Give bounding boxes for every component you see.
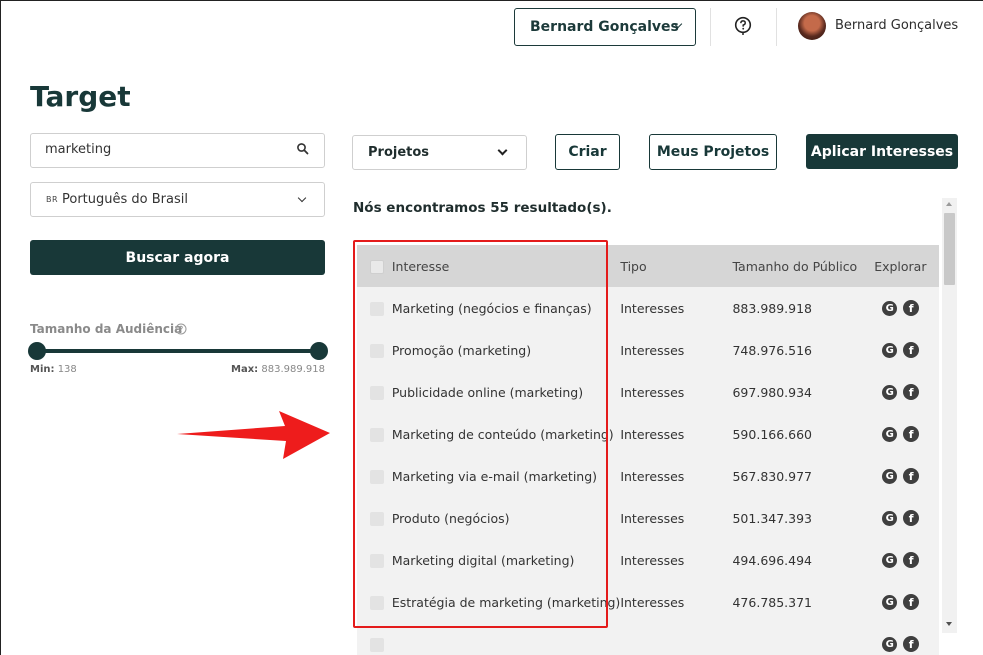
scroll-down-arrow-icon[interactable] xyxy=(946,622,952,626)
facebook-icon[interactable]: f xyxy=(903,552,920,569)
facebook-icon[interactable]: f xyxy=(903,594,920,611)
google-icon[interactable]: G xyxy=(882,384,898,400)
search-icon[interactable] xyxy=(296,142,310,156)
google-icon[interactable]: G xyxy=(882,426,898,442)
column-header-type[interactable]: Tipo xyxy=(620,245,732,287)
audience-min: Min: 138 xyxy=(30,364,77,375)
interest-type: Interesses xyxy=(620,384,685,400)
facebook-icon[interactable]: f xyxy=(903,510,920,527)
audience-slider-track[interactable] xyxy=(37,349,319,353)
google-icon[interactable]: G xyxy=(882,594,898,610)
scrollbar-thumb[interactable] xyxy=(944,213,955,285)
audience-size: 748.976.516 xyxy=(732,342,813,358)
audience-size: 590.166.660 xyxy=(732,426,813,442)
avatar[interactable] xyxy=(798,12,826,40)
audience-min-value: 138 xyxy=(57,364,77,375)
window-border-top xyxy=(0,0,983,1)
projects-select-label: Projetos xyxy=(368,145,430,160)
audience-max: Max: 883.989.918 xyxy=(231,364,325,375)
my-projects-button[interactable]: Meus Projetos xyxy=(649,134,777,170)
help-icon[interactable] xyxy=(734,16,752,36)
search-now-button[interactable]: Buscar agora xyxy=(30,240,325,275)
row-checkbox[interactable] xyxy=(370,637,384,652)
google-icon[interactable]: G xyxy=(882,300,898,316)
language-select[interactable]: BR Português do Brasil xyxy=(30,182,325,217)
audience-max-label: Max: xyxy=(231,364,259,375)
projects-select[interactable]: Projetos xyxy=(352,135,527,170)
search-input[interactable] xyxy=(45,142,285,157)
column-header-audience-size[interactable]: Tamanho do Público xyxy=(732,245,874,287)
interest-type: Interesses xyxy=(620,300,685,316)
facebook-icon[interactable]: f xyxy=(903,300,920,317)
account-selector-label: Bernard Gonçalves xyxy=(530,19,679,35)
interest-type: Interesses xyxy=(620,552,685,568)
google-icon[interactable]: G xyxy=(882,510,898,526)
annotation-highlight-box xyxy=(353,240,608,628)
interest-type: Interesses xyxy=(620,342,685,358)
interest-type: Interesses xyxy=(620,510,685,526)
header-divider xyxy=(776,8,777,46)
audience-slider-min-handle[interactable] xyxy=(28,342,46,360)
chevron-down-icon xyxy=(297,193,307,203)
audience-size xyxy=(732,623,874,655)
google-icon[interactable]: G xyxy=(882,468,898,484)
facebook-icon[interactable]: f xyxy=(903,426,920,443)
google-icon[interactable]: G xyxy=(882,342,898,358)
audience-slider-max-handle[interactable] xyxy=(310,342,328,360)
annotation-arrow-icon xyxy=(177,411,330,459)
create-button[interactable]: Criar xyxy=(555,134,620,170)
facebook-icon[interactable]: f xyxy=(903,384,920,401)
audience-size: 697.980.934 xyxy=(732,384,813,400)
audience-size: 494.696.494 xyxy=(732,552,813,568)
audience-size: 883.989.918 xyxy=(732,300,813,316)
scroll-up-arrow-icon[interactable] xyxy=(946,202,952,206)
account-selector[interactable]: Bernard Gonçalves xyxy=(514,8,696,46)
audience-size: 501.347.393 xyxy=(732,510,813,526)
window-border-left xyxy=(0,0,1,655)
audience-min-label: Min: xyxy=(30,364,55,375)
apply-interests-button[interactable]: Aplicar Interesses xyxy=(806,134,958,169)
interest-type: Interesses xyxy=(620,468,685,484)
google-icon[interactable]: G xyxy=(882,636,898,652)
audience-size: 567.830.977 xyxy=(732,468,813,484)
interest-type: Interesses xyxy=(620,594,685,610)
column-header-explore: Explorar xyxy=(874,258,927,274)
page-title: Target xyxy=(30,80,131,113)
facebook-icon[interactable]: f xyxy=(903,342,920,359)
help-icon[interactable] xyxy=(175,323,187,335)
flag-br-icon: BR xyxy=(46,195,59,204)
audience-size-label: Tamanho da Audiência xyxy=(30,322,183,336)
chevron-down-icon xyxy=(497,145,508,156)
results-summary: Nós encontramos 55 resultado(s). xyxy=(353,200,612,216)
audience-size: 476.785.371 xyxy=(732,594,813,610)
language-label: Português do Brasil xyxy=(62,192,188,207)
facebook-icon[interactable]: f xyxy=(903,636,920,653)
user-name[interactable]: Bernard Gonçalves xyxy=(835,18,958,33)
header-divider xyxy=(710,8,711,46)
google-icon[interactable]: G xyxy=(882,552,898,568)
interest-type: Interesses xyxy=(620,426,685,442)
interest-type xyxy=(620,623,732,655)
search-field[interactable] xyxy=(30,133,325,168)
audience-max-value: 883.989.918 xyxy=(261,364,325,375)
facebook-icon[interactable]: f xyxy=(903,468,920,485)
